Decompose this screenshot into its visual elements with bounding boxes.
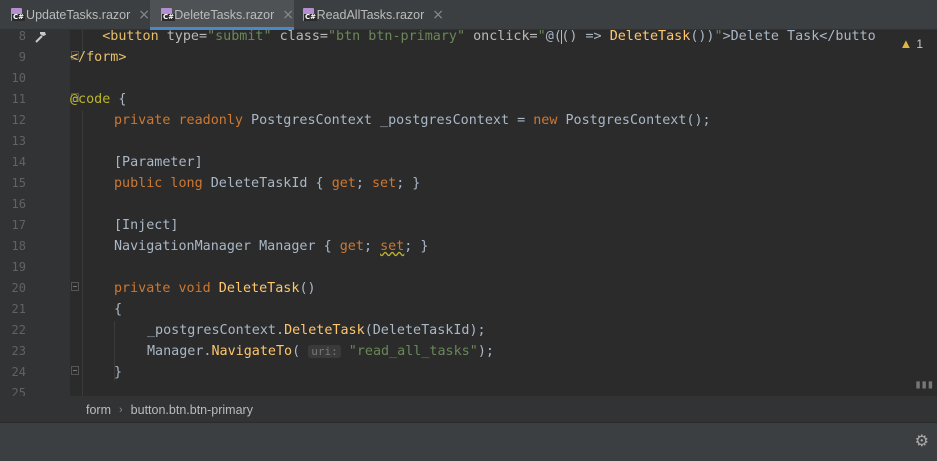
close-icon[interactable]: × xyxy=(432,7,444,23)
code-line: } xyxy=(114,365,123,380)
code-line: </form> xyxy=(70,50,127,65)
editor-tab-bar: C# UpdateTasks.razor × C# DeleteTasks.ra… xyxy=(0,0,937,30)
code-editor[interactable]: <button type="submit" class="btn btn-pri… xyxy=(70,30,937,396)
tab-label: DeleteTasks.razor xyxy=(174,8,275,22)
breadcrumb-item-button[interactable]: button.btn.btn-primary xyxy=(131,403,253,417)
indent-guide xyxy=(82,111,83,396)
hammer-icon[interactable] xyxy=(34,30,50,46)
line-number: 19 xyxy=(11,260,26,274)
line-number: 21 xyxy=(11,302,26,316)
code-line: [Parameter] xyxy=(114,155,203,170)
tab-label: UpdateTasks.razor xyxy=(26,8,131,22)
line-number: 22 xyxy=(11,323,26,337)
reader-mode-icon[interactable]: ▮▮▮ xyxy=(914,377,934,391)
line-number: 18 xyxy=(11,239,26,253)
line-number: 15 xyxy=(11,176,26,190)
close-icon[interactable]: × xyxy=(282,7,294,23)
breadcrumb-item-form[interactable]: form xyxy=(86,403,111,417)
bottom-tool-bar: ⚙ xyxy=(0,422,937,461)
code-line: { xyxy=(114,302,123,317)
line-number: 12 xyxy=(11,113,26,127)
razor-file-icon: C# xyxy=(160,8,176,22)
warning-count: 1 xyxy=(916,36,923,51)
line-number: 17 xyxy=(11,218,26,232)
parameter-hint: uri: xyxy=(308,345,341,358)
line-number: 14 xyxy=(11,155,26,169)
line-number: 20 xyxy=(11,281,26,295)
razor-file-icon: C# xyxy=(10,8,26,22)
breadcrumb: form › button.btn.btn-primary xyxy=(0,396,937,422)
gear-icon[interactable]: ⚙ xyxy=(915,431,929,450)
line-number: 10 xyxy=(11,71,26,85)
code-line: public long DeleteTaskId { get; set; } xyxy=(114,176,421,191)
warning-icon: ▲ xyxy=(899,36,913,51)
line-number-gutter: 8 9 10 11 12 13 14 15 16 17 18 19 20 21 … xyxy=(0,29,70,400)
line-number: 16 xyxy=(11,197,26,211)
chevron-right-icon: › xyxy=(119,403,123,416)
tab-label: ReadAllTasks.razor xyxy=(316,8,425,22)
tab-delete-tasks[interactable]: C# DeleteTasks.razor × xyxy=(150,0,294,30)
code-line: _postgresContext.DeleteTask(DeleteTaskId… xyxy=(147,323,486,338)
close-icon[interactable]: × xyxy=(138,7,150,23)
code-line: private readonly PostgresContext _postgr… xyxy=(114,113,711,128)
code-line: NavigationManager Manager { get; set; } xyxy=(114,239,429,254)
line-number: 11 xyxy=(11,92,26,106)
code-line: <button type="submit" class="btn btn-pri… xyxy=(102,30,876,44)
code-line: private void DeleteTask() xyxy=(114,281,316,296)
line-number: 23 xyxy=(11,344,26,358)
tab-read-all-tasks[interactable]: C# ReadAllTasks.razor × xyxy=(294,0,444,30)
line-number: 24 xyxy=(11,365,26,379)
code-line: [Inject] xyxy=(114,218,179,233)
warnings-indicator[interactable]: ▲ 1 xyxy=(899,36,923,51)
code-line: @code { xyxy=(70,92,127,107)
line-number: 8 xyxy=(18,29,26,43)
line-number: 13 xyxy=(11,134,26,148)
razor-file-icon: C# xyxy=(302,8,318,22)
line-number: 9 xyxy=(18,50,26,64)
code-line: Manager.NavigateTo( uri: "read_all_tasks… xyxy=(147,344,494,359)
